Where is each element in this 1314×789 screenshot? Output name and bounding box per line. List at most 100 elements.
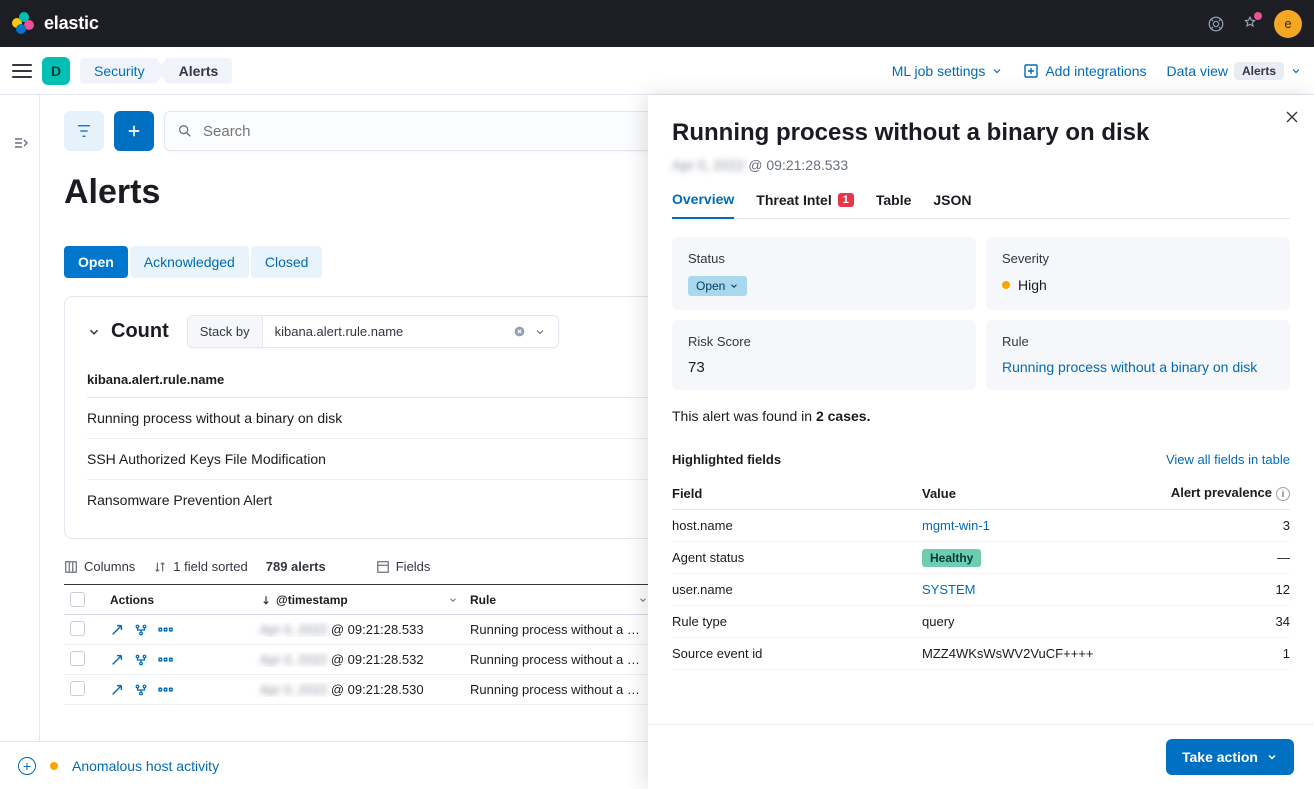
severity-card: Severity High bbox=[986, 237, 1290, 310]
ml-job-settings-button[interactable]: ML job settings bbox=[892, 63, 1004, 79]
flyout-title: Running process without a binary on disk bbox=[672, 119, 1290, 147]
chevron-down-icon bbox=[729, 281, 739, 291]
hl-col-value: Value bbox=[922, 477, 1139, 510]
hl-value-link[interactable]: SYSTEM bbox=[922, 582, 975, 597]
tab-table[interactable]: Table bbox=[876, 191, 912, 218]
elastic-logo-icon[interactable] bbox=[12, 12, 36, 36]
chevron-down-icon[interactable] bbox=[638, 595, 648, 605]
sort-button[interactable]: 1 field sorted bbox=[153, 559, 247, 574]
user-avatar[interactable]: e bbox=[1274, 10, 1302, 38]
header-left: elastic bbox=[12, 12, 99, 36]
filter-icon bbox=[75, 122, 93, 140]
more-icon[interactable] bbox=[158, 623, 174, 637]
hl-row: user.name SYSTEM 12 bbox=[672, 574, 1290, 606]
fields-button[interactable]: Fields bbox=[376, 559, 431, 574]
risk-card: Risk Score 73 bbox=[672, 320, 976, 390]
breadcrumb: Security Alerts bbox=[80, 58, 232, 84]
select-all-cell[interactable] bbox=[64, 592, 104, 607]
timeline-title[interactable]: Anomalous host activity bbox=[72, 758, 219, 774]
close-flyout-button[interactable] bbox=[1284, 109, 1300, 125]
col-rule[interactable]: Rule bbox=[464, 593, 654, 607]
tab-threat-intel[interactable]: Threat Intel 1 bbox=[756, 191, 854, 218]
tab-closed[interactable]: Closed bbox=[251, 246, 323, 278]
newsfeed-icon[interactable] bbox=[1240, 14, 1260, 34]
info-icon[interactable]: i bbox=[1276, 487, 1290, 501]
tab-json[interactable]: JSON bbox=[933, 191, 971, 218]
cases-value[interactable]: 2 cases. bbox=[816, 408, 871, 424]
clear-icon[interactable] bbox=[513, 325, 526, 338]
cases-line: This alert was found in 2 cases. bbox=[672, 408, 1290, 424]
app-subheader: D Security Alerts ML job settings Add in… bbox=[0, 47, 1314, 95]
rule-link[interactable]: Running process without a binary on disk bbox=[1002, 359, 1274, 375]
tab-open[interactable]: Open bbox=[64, 246, 128, 278]
hl-prevalence: 34 bbox=[1139, 606, 1290, 638]
tab-acknowledged[interactable]: Acknowledged bbox=[130, 246, 249, 278]
expand-icon[interactable] bbox=[110, 653, 124, 667]
brand-name[interactable]: elastic bbox=[44, 13, 99, 34]
breadcrumb-page: Alerts bbox=[159, 58, 233, 84]
breadcrumb-app[interactable]: Security bbox=[80, 58, 165, 84]
stack-by-selector[interactable]: Stack by kibana.alert.rule.name bbox=[187, 315, 560, 348]
row-checkbox[interactable] bbox=[70, 621, 85, 636]
row-rule: Running process without a … bbox=[464, 682, 654, 697]
col-timestamp-label: @timestamp bbox=[276, 593, 348, 607]
analyzer-icon[interactable] bbox=[134, 623, 148, 637]
columns-button[interactable]: Columns bbox=[64, 559, 135, 574]
expand-icon[interactable] bbox=[110, 683, 124, 697]
data-view-selector[interactable]: Data view Alerts bbox=[1167, 62, 1302, 80]
space-selector[interactable]: D bbox=[42, 57, 70, 85]
analyzer-icon[interactable] bbox=[134, 653, 148, 667]
row-checkbox[interactable] bbox=[70, 651, 85, 666]
tab-overview[interactable]: Overview bbox=[672, 191, 734, 219]
expand-icon[interactable] bbox=[110, 623, 124, 637]
chevron-down-icon[interactable] bbox=[534, 326, 546, 338]
hl-row: Agent status Healthy — bbox=[672, 542, 1290, 574]
status-dot-icon bbox=[50, 762, 58, 770]
add-filter-button[interactable] bbox=[114, 111, 154, 151]
hl-prevalence: 1 bbox=[1139, 638, 1290, 670]
checkbox[interactable] bbox=[70, 592, 85, 607]
nav-toggle-button[interactable] bbox=[12, 61, 32, 81]
count-panel-title[interactable]: Count bbox=[87, 320, 169, 343]
rule-label: Rule bbox=[1002, 334, 1274, 349]
hl-value-link[interactable]: mgmt-win-1 bbox=[922, 518, 990, 533]
col-actions[interactable]: Actions bbox=[104, 593, 254, 607]
add-integrations-button[interactable]: Add integrations bbox=[1023, 63, 1146, 79]
expand-sidebar-icon[interactable] bbox=[12, 135, 28, 151]
fields-icon bbox=[376, 560, 390, 574]
highlighted-fields-table: Field Value Alert prevalencei host.name … bbox=[672, 477, 1290, 670]
row-checkbox[interactable] bbox=[70, 681, 85, 696]
add-timeline-button[interactable]: + bbox=[18, 757, 36, 775]
row-timestamp: Apr 0, 2022 @ 09:21:28.533 bbox=[254, 622, 464, 637]
filter-toggle-button[interactable] bbox=[64, 111, 104, 151]
row-actions bbox=[104, 623, 254, 637]
cases-prefix: This alert was found in bbox=[672, 408, 816, 424]
row-timestamp: Apr 0, 2022 @ 09:21:28.530 bbox=[254, 682, 464, 697]
alert-details-flyout: Running process without a binary on disk… bbox=[648, 95, 1314, 789]
chevron-down-icon bbox=[1290, 65, 1302, 77]
help-icon[interactable] bbox=[1206, 14, 1226, 34]
hl-prevalence: 12 bbox=[1139, 574, 1290, 606]
stack-by-label: Stack by bbox=[188, 316, 263, 347]
col-timestamp[interactable]: @timestamp bbox=[254, 593, 464, 607]
chevron-down-icon bbox=[1266, 751, 1278, 763]
severity-dot-icon bbox=[1002, 281, 1010, 289]
columns-icon bbox=[64, 560, 78, 574]
plus-icon bbox=[125, 122, 143, 140]
more-icon[interactable] bbox=[158, 683, 174, 697]
hl-col-field: Field bbox=[672, 477, 922, 510]
hl-prevalence: — bbox=[1139, 542, 1290, 574]
severity-value: High bbox=[1018, 277, 1047, 293]
header-right: e bbox=[1206, 10, 1302, 38]
search-icon bbox=[177, 123, 193, 139]
view-all-fields-link[interactable]: View all fields in table bbox=[1166, 452, 1290, 467]
col-actions-label: Actions bbox=[110, 593, 154, 607]
analyzer-icon[interactable] bbox=[134, 683, 148, 697]
hl-row: host.name mgmt-win-1 3 bbox=[672, 510, 1290, 542]
row-rule: Running process without a … bbox=[464, 652, 654, 667]
chevron-down-icon[interactable] bbox=[448, 595, 458, 605]
status-selector[interactable]: Open bbox=[688, 276, 747, 296]
threat-count-badge: 1 bbox=[838, 193, 854, 207]
take-action-button[interactable]: Take action bbox=[1166, 739, 1294, 775]
more-icon[interactable] bbox=[158, 653, 174, 667]
